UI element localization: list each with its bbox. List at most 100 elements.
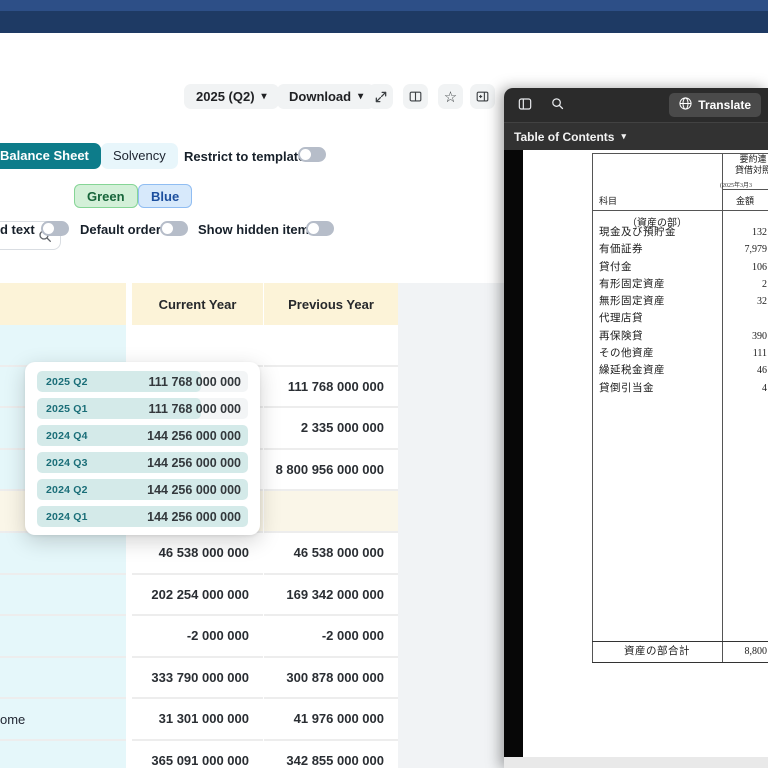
green-filter-button[interactable]: Green [74,184,138,208]
period-selector[interactable]: 2025 (Q2) ▾ [184,84,279,109]
tab-solvency[interactable]: Solvency [101,143,178,169]
doc-row-label: 代理店貸 [599,310,643,327]
doc-total-row: 資産の部合計 8,800 [592,641,768,663]
row-label-cell[interactable] [0,575,126,617]
previous-year-cell[interactable] [264,491,398,533]
translate-button[interactable]: Translate [669,93,761,117]
doc-border [592,210,768,211]
tab-balance-sheet[interactable]: Balance Sheet [0,143,101,169]
doc-row-amount: 46 [722,362,767,379]
row-label-cell[interactable] [0,325,126,367]
restrict-to-template-toggle[interactable] [298,147,326,162]
previous-year-cell[interactable]: 8 800 956 000 000 [264,450,398,492]
quarter-label: 2025 Q1 [46,403,88,415]
current-year-cell[interactable]: 365 091 000 000 [132,741,263,768]
doc-row-label: 無形固定資産 [599,293,665,310]
screen: 2025 (Q2) ▾ Download ▾ ☆ Balance Sheet [0,0,768,768]
quarter-label: 2025 Q2 [46,376,88,388]
quarterly-bars: 2025 Q2 111 768 000 000 2025 Q1 111 768 … [37,371,248,527]
previous-year-cell[interactable]: 342 855 000 000 [264,741,398,768]
show-hidden-items-toggle[interactable] [306,221,334,236]
doc-row: 有価証券 7,979 [592,241,768,258]
quarter-bar-row: 2025 Q1 111 768 000 000 [37,398,248,419]
table-row: -2 000 000 -2 000 000 [0,616,398,658]
current-year-cell[interactable]: -2 000 000 [132,616,263,658]
doc-row: 貸倒引当金 4 [592,380,768,397]
doc-column-item: 科目 [599,194,617,207]
toc-sidebar-button[interactable] [510,90,540,120]
row-label-cell[interactable] [0,741,126,768]
previous-year-cell[interactable]: -2 000 000 [264,616,398,658]
blue-filter-button[interactable]: Blue [138,184,192,208]
doc-title: 要約連 貸借対照 [722,154,768,175]
doc-rows: 現金及び預貯金 132 有価証券 7,979 貸付金 106 有形固定 [592,224,768,397]
app-nav-bar [0,11,768,33]
table-header-row: Current Year Previous Year [0,283,398,325]
default-order-toggle[interactable] [160,221,188,236]
sidebar-icon [517,96,533,115]
doc-row-amount: 390 [722,328,767,345]
document-search-button[interactable] [542,90,572,120]
table-row: 365 091 000 000 342 855 000 000 [0,741,398,768]
previous-year-cell[interactable]: 41 976 000 000 [264,699,398,741]
current-year-cell[interactable]: 31 301 000 000 [132,699,263,741]
split-view-button[interactable] [403,84,428,109]
default-order-label: Default order [80,222,161,237]
doc-row-amount: 7,979 [722,241,767,258]
toggle-knob [43,223,54,234]
current-year-cell[interactable]: 46 538 000 000 [132,533,263,575]
doc-row-label: 貸付金 [599,259,632,276]
doc-total-amount: 8,800 [722,642,767,662]
doc-row-label: 有価証券 [599,241,643,258]
table-header-previous-year: Previous Year [264,283,398,325]
row-label-cell[interactable] [0,533,126,575]
previous-year-cell[interactable] [264,325,398,367]
row-label-cell[interactable] [0,658,126,700]
table-row: 46 538 000 000 46 538 000 000 [0,533,398,575]
previous-year-cell[interactable]: 300 878 000 000 [264,658,398,700]
doc-row-label: 現金及び預貯金 [599,224,676,241]
toggle-knob [308,223,319,234]
current-year-cell[interactable] [132,325,263,367]
download-button[interactable]: Download ▾ [277,84,375,109]
previous-year-cell[interactable]: 111 768 000 000 [264,367,398,409]
current-year-cell[interactable]: 333 790 000 000 [132,658,263,700]
doc-row-label: 再保険貸 [599,328,643,345]
doc-column-amount: 金額 [722,194,768,207]
doc-row-label: その他資産 [599,345,654,362]
doc-row: 貸付金 106 [592,259,768,276]
quarter-label: 2024 Q4 [46,430,88,442]
expand-button[interactable] [368,84,393,109]
previous-year-cell[interactable]: 46 538 000 000 [264,533,398,575]
table-row: ome 31 301 000 000 41 976 000 000 [0,699,398,741]
doc-title-line2: 貸借対照 [722,165,768,176]
row-label-cell[interactable] [0,616,126,658]
doc-row-amount: 4 [722,380,767,397]
current-year-cell[interactable]: 202 254 000 000 [132,575,263,617]
toggle-knob [300,149,311,160]
previous-year-cell[interactable]: 2 335 000 000 [264,408,398,450]
doc-row: 繰延税金資産 46 [592,362,768,379]
favorite-button[interactable]: ☆ [438,84,463,109]
quarter-value: 144 256 000 000 [147,510,241,524]
doc-row-amount: 32 [722,293,767,310]
quarter-bar-row: 2025 Q2 111 768 000 000 [37,371,248,392]
star-icon: ☆ [444,88,457,106]
doc-total-label: 資産の部合計 [592,642,722,662]
toggle-knob [162,223,173,234]
text-toggle[interactable] [41,221,69,236]
table-row [0,325,398,367]
doc-row: 無形固定資産 32 [592,293,768,310]
quarter-value: 111 768 000 000 [149,402,241,416]
show-hidden-items-label: Show hidden items [198,222,316,237]
translate-button-label: Translate [698,98,751,112]
quarterly-breakdown-popover: 2025 Q2 111 768 000 000 2025 Q1 111 768 … [25,362,260,535]
panel-add-button[interactable] [470,84,495,109]
row-label-cell[interactable]: ome [0,699,126,741]
table-of-contents-dropdown[interactable]: Table of Contents ▾ [504,122,768,150]
quarter-bar-row: 2024 Q4 144 256 000 000 [37,425,248,446]
document-viewer-panel: Translate Table of Contents ▾ 要約連 貸借対照 (… [504,88,768,768]
previous-year-cell[interactable]: 169 342 000 000 [264,575,398,617]
table-of-contents-label: Table of Contents [514,130,614,144]
quarter-label: 2024 Q1 [46,511,88,523]
